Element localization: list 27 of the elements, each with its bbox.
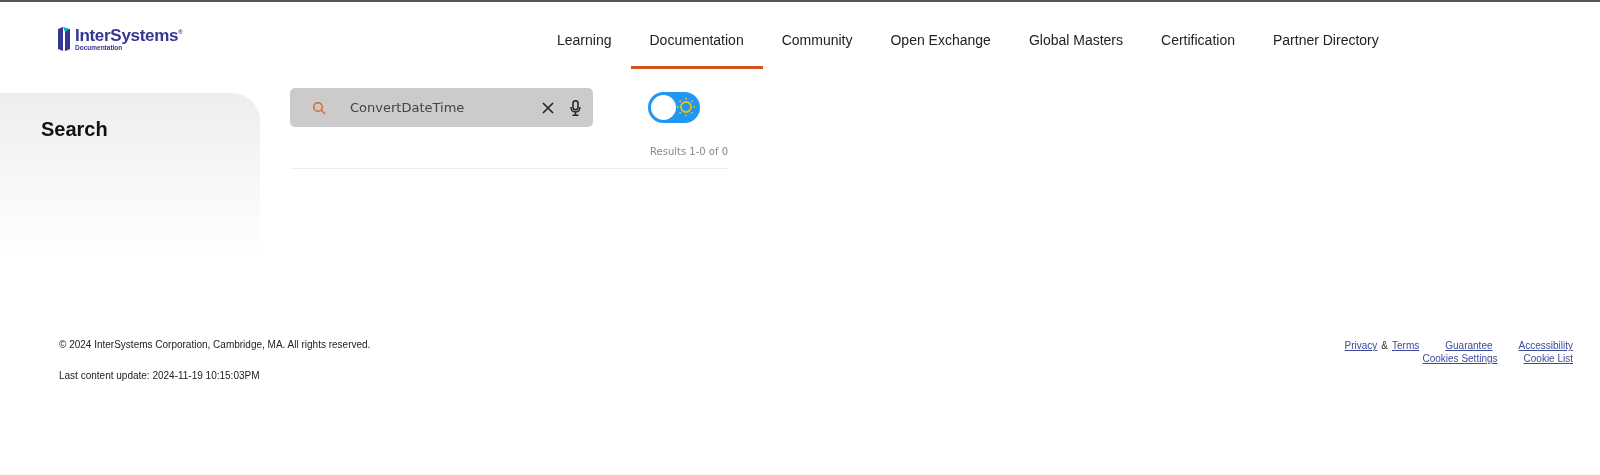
copyright-text: © 2024 InterSystems Corporation, Cambridge, MA. All rights reserved. xyxy=(59,339,371,350)
nav-tab[interactable]: Certification xyxy=(1142,2,1254,69)
nav-tab[interactable]: Global Masters xyxy=(1009,2,1143,69)
sidebar-title: Search xyxy=(41,118,109,141)
nav-tab[interactable]: Learning xyxy=(538,2,631,69)
nav-tab[interactable]: Documentation xyxy=(630,2,763,69)
footer-link[interactable]: Cookie List xyxy=(1523,353,1573,364)
results-count: Results 1-0 of 0 xyxy=(649,146,728,157)
last-update-text: Last content update: 2024-11-19 10:15:03PM xyxy=(59,370,261,381)
search-icon xyxy=(312,100,326,115)
nav-tab[interactable]: Open Exchange xyxy=(871,2,1010,69)
footer-link[interactable]: Guarantee xyxy=(1445,340,1493,351)
footer-link[interactable]: Cookies Settings xyxy=(1422,353,1498,364)
clear-icon[interactable] xyxy=(542,101,554,114)
logo-icon xyxy=(57,26,71,52)
search-bar[interactable]: ConvertDateTime xyxy=(290,88,593,127)
footer-link[interactable]: Privacy xyxy=(1344,340,1378,351)
search-input[interactable]: ConvertDateTime xyxy=(348,99,542,116)
nav-tab[interactable]: Community xyxy=(762,2,872,69)
ampersand: & xyxy=(1381,340,1389,351)
logo-name: InterSystems$^{®}$ xyxy=(75,26,183,44)
theme-toggle[interactable] xyxy=(648,92,700,123)
microphone-icon[interactable] xyxy=(570,99,581,116)
nav-tab[interactable]: Partner Directory xyxy=(1253,2,1398,69)
footer-link[interactable]: Accessibility xyxy=(1518,340,1573,351)
sun-icon xyxy=(676,97,696,117)
footer-link[interactable]: Terms xyxy=(1392,340,1420,351)
